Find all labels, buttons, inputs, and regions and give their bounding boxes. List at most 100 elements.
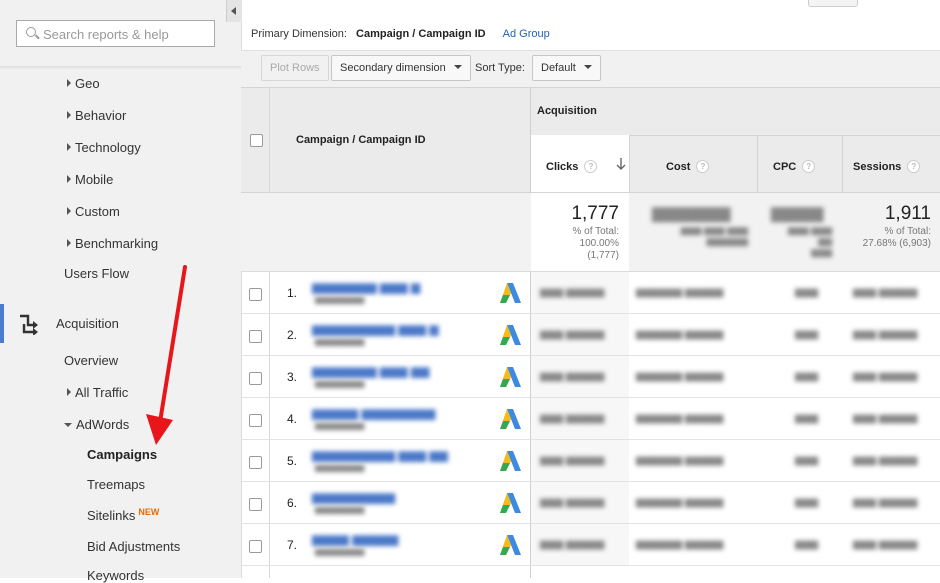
sessions-cell: ▆▆▆ ▆▆▆▆▆ (853, 539, 918, 550)
row-checkbox[interactable] (249, 414, 262, 427)
expand-arrow-icon (67, 239, 71, 247)
sidebar-item-geo[interactable]: Geo (67, 76, 100, 91)
collapse-sidebar-button[interactable] (226, 0, 242, 22)
sidebar-item-benchmarking[interactable]: Benchmarking (67, 236, 158, 251)
secondary-dimension-label: Secondary dimension (340, 62, 446, 74)
column-divider (629, 135, 630, 192)
expand-arrow-icon (67, 111, 71, 119)
row-number: 7. (286, 538, 297, 552)
sidebar-item-campaigns[interactable]: Campaigns (87, 447, 157, 462)
campaign-column-header[interactable]: Campaign / Campaign ID (296, 134, 426, 146)
column-label: Cost (666, 161, 691, 173)
sidebar-item-bid-adjustments[interactable]: Bid Adjustments (87, 539, 180, 554)
adwords-logo-icon (500, 409, 521, 429)
adwords-logo-icon (500, 493, 521, 513)
search-icon (26, 27, 36, 37)
campaign-id: ▆▆▆▆▆▆▆▆ (315, 421, 365, 430)
campaign-id: ▆▆▆▆▆▆▆▆ (315, 505, 365, 514)
sidebar-item-sitelinks[interactable]: Sitelinks NEW (87, 507, 159, 523)
sidebar-item-all-traffic[interactable]: All Traffic (67, 385, 128, 400)
sidebar-item-label: Geo (75, 76, 100, 91)
help-icon[interactable]: ? (802, 160, 816, 173)
adwords-logo-icon (500, 451, 521, 471)
sessions-column-header[interactable]: Sessions? (853, 160, 921, 173)
search-input[interactable] (41, 25, 213, 44)
campaign-link[interactable]: ▆▆▆▆▆▆▆ ▆▆▆ ▆▆ (312, 364, 429, 378)
total-sessions-value: 1,911 (884, 203, 931, 224)
sidebar-item-label: All Traffic (75, 385, 129, 400)
expand-arrow-icon (67, 207, 71, 215)
total-cpc-value: ▆▆▆▆ (771, 203, 824, 222)
sidebar-item-users-flow[interactable]: Users Flow (64, 266, 129, 281)
row-checkbox[interactable] (249, 288, 262, 301)
column-divider (842, 135, 843, 192)
cpc-column-header[interactable]: CPC? (773, 160, 816, 173)
sidebar-item-label: Benchmarking (75, 236, 159, 251)
cost-cell: ▆▆▆▆▆▆ ▆▆▆▆▆ (636, 539, 724, 550)
sidebar-section-acquisition[interactable]: Acquisition (56, 316, 119, 331)
cpc-cell: ▆▆▆ (795, 455, 819, 466)
campaign-link[interactable]: ▆▆▆▆▆▆▆▆▆ ▆▆▆ ▆ (312, 322, 439, 336)
primary-dimension-bar: Primary Dimension: Campaign / Campaign I… (251, 28, 550, 40)
campaign-id: ▆▆▆▆▆▆▆▆ (315, 547, 365, 556)
clicks-cell: ▆▆▆ ▆▆▆▆▆ (540, 413, 605, 424)
sidebar-item-mobile[interactable]: Mobile (67, 172, 113, 187)
sidebar-item-label: Behavior (75, 108, 127, 123)
clicks-column-header[interactable]: Clicks? (546, 160, 598, 173)
campaign-link[interactable]: ▆▆▆▆▆▆▆▆▆ ▆▆▆ ▆▆ (312, 448, 448, 462)
clicks-cell: ▆▆▆ ▆▆▆▆▆ (540, 287, 605, 298)
current-dimension: Campaign / Campaign ID (356, 28, 486, 40)
campaign-link[interactable]: ▆▆▆▆▆ ▆▆▆▆▆▆▆▆ (312, 406, 435, 420)
sidebar-divider (0, 66, 241, 70)
annotation-arrow-icon (146, 265, 187, 445)
total-base: (1,777) (587, 250, 619, 261)
expand-arrow-icon (67, 79, 71, 87)
help-icon[interactable]: ? (907, 160, 921, 173)
row-checkbox[interactable] (249, 330, 262, 343)
sidebar-item-adwords[interactable]: AdWords (64, 417, 129, 432)
sidebar-item-behavior[interactable]: Behavior (67, 108, 126, 123)
clicks-cell: ▆▆▆ ▆▆▆▆▆ (540, 455, 605, 466)
sidebar-item-treemaps[interactable]: Treemaps (87, 477, 145, 492)
row-number: 6. (286, 496, 297, 510)
search-box[interactable] (16, 20, 215, 47)
column-label: Clicks (546, 161, 579, 173)
cpc-cell: ▆▆▆ (795, 497, 819, 508)
total-percent: 27.68% (6,903) (862, 238, 931, 249)
sidebar-item-technology[interactable]: Technology (67, 140, 141, 155)
sort-type-dropdown[interactable]: Default (532, 55, 601, 81)
plot-rows-button[interactable]: Plot Rows (261, 55, 329, 81)
secondary-dimension-dropdown[interactable]: Secondary dimension (331, 55, 471, 81)
cost-column-header[interactable]: Cost? (666, 160, 710, 173)
ad-group-link[interactable]: Ad Group (503, 28, 550, 40)
row-checkbox[interactable] (249, 498, 262, 511)
total-cpc-share: ▆▆▆ ▆▆▆ ▆▆ ▆▆▆ (787, 225, 832, 257)
row-checkbox[interactable] (249, 540, 262, 553)
sort-descending-icon[interactable] (616, 157, 626, 171)
campaign-link[interactable]: ▆▆▆▆ ▆▆▆▆▆ (312, 532, 398, 546)
row-number: 5. (286, 454, 297, 468)
cost-cell: ▆▆▆▆▆▆ ▆▆▆▆▆ (636, 455, 724, 466)
campaign-id: ▆▆▆▆▆▆▆▆ (315, 379, 365, 388)
row-checkbox[interactable] (249, 372, 262, 385)
row-checkbox[interactable] (249, 456, 262, 469)
top-toolbar-button[interactable] (808, 0, 858, 7)
select-all-checkbox[interactable] (250, 134, 263, 147)
total-label: % of Total: (884, 226, 931, 237)
row-number: 1. (286, 286, 297, 300)
total-percent: 100.00% (579, 238, 619, 249)
campaign-link[interactable]: ▆▆▆▆▆▆▆ ▆▆▆ ▆ (312, 280, 420, 294)
sidebar-item-custom[interactable]: Custom (67, 204, 120, 219)
sessions-cell: ▆▆▆ ▆▆▆▆▆ (853, 455, 918, 466)
primary-dimension-label: Primary Dimension: (251, 28, 347, 40)
column-divider (757, 135, 758, 192)
help-icon[interactable]: ? (584, 160, 598, 173)
sidebar-item-label: Sitelinks (87, 508, 136, 523)
sidebar-item-overview[interactable]: Overview (64, 353, 118, 368)
clicks-cell: ▆▆▆ ▆▆▆▆▆ (540, 371, 605, 382)
chevron-down-icon (583, 65, 592, 69)
sidebar-item-keywords[interactable]: Keywords (87, 568, 144, 583)
row-number: 2. (286, 328, 297, 342)
help-icon[interactable]: ? (696, 160, 710, 173)
campaign-link[interactable]: ▆▆▆▆▆▆▆▆▆ (312, 490, 395, 504)
